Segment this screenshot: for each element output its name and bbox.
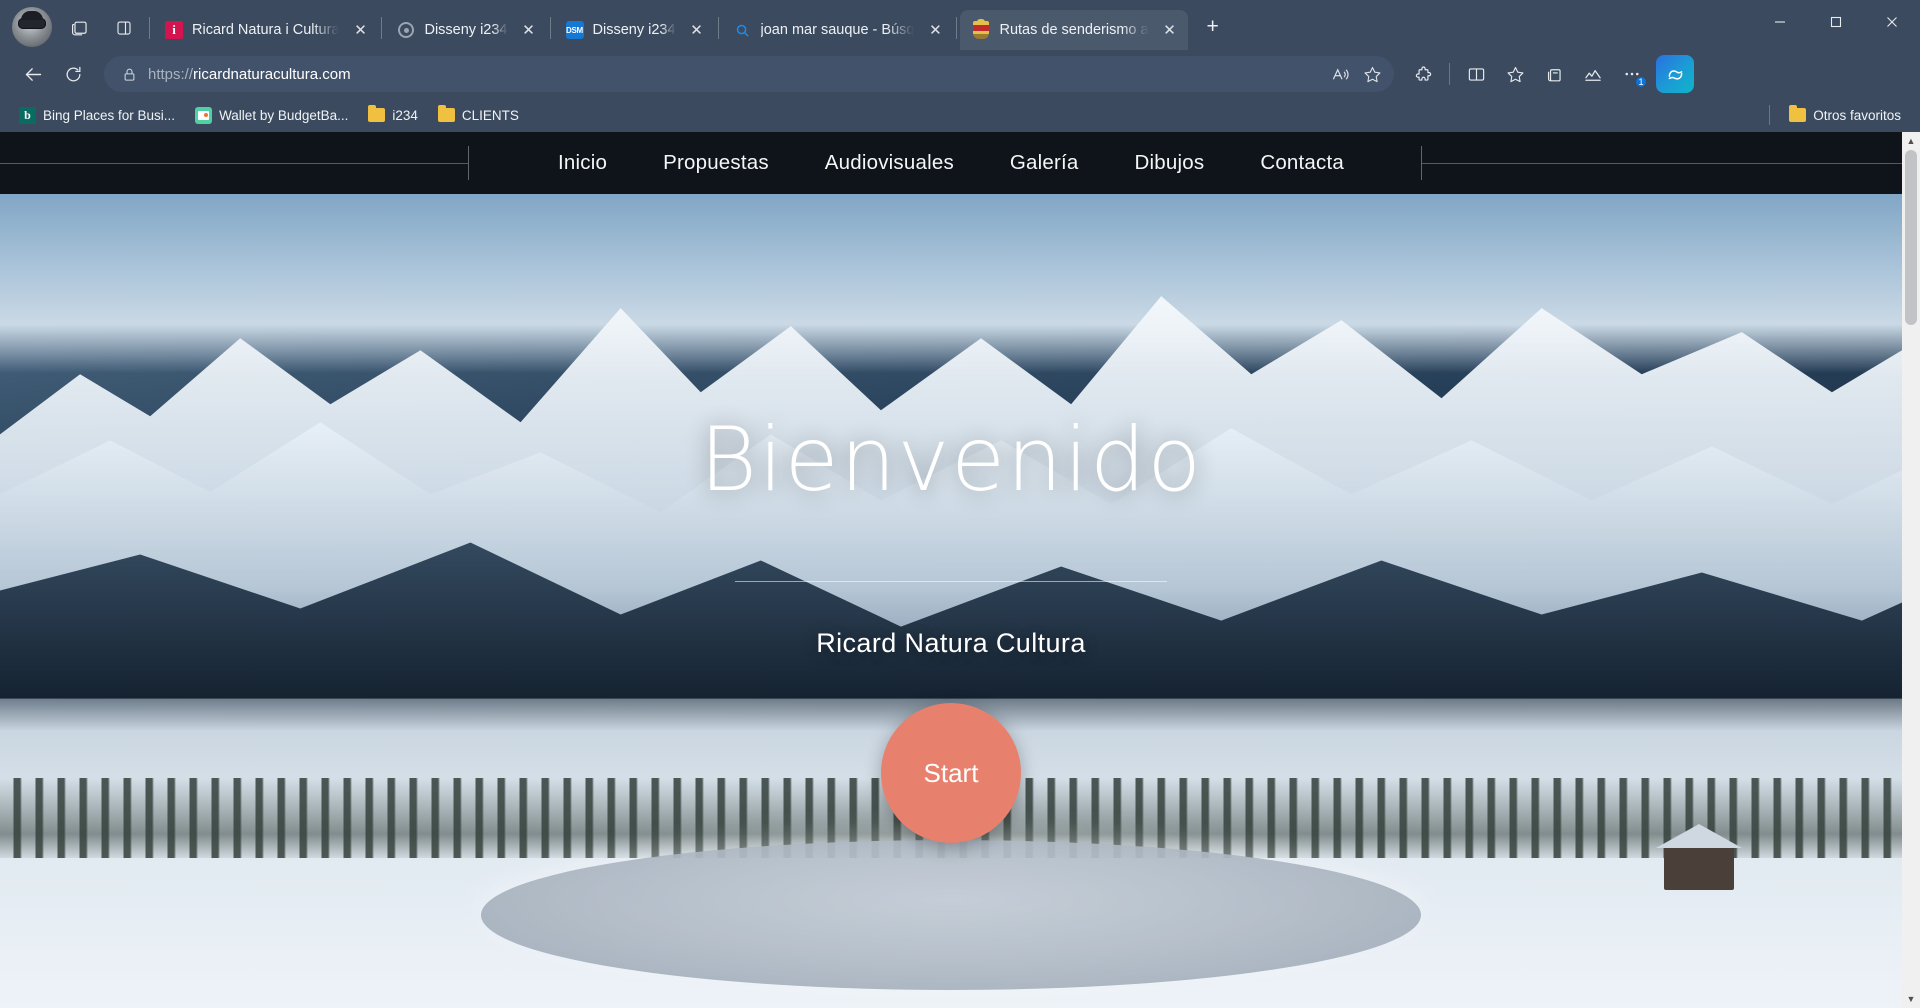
folder-icon [437, 105, 455, 124]
bookmark-item[interactable]: Wallet by BudgetBa... [186, 102, 357, 128]
browser-tab[interactable]: i Ricard Natura i Cultura ✕ [153, 10, 378, 50]
scroll-up-arrow[interactable]: ▲ [1902, 132, 1920, 150]
nav-link-galeria[interactable]: Galería [982, 151, 1107, 175]
site-navigation: Inicio Propuestas Audiovisuales Galería … [0, 132, 1902, 194]
tabstrip-divider [549, 17, 551, 39]
split-screen-icon[interactable] [104, 9, 144, 47]
page-scrollbar[interactable]: ▲ ▼ [1902, 132, 1920, 1008]
tab-close-button[interactable]: ✕ [348, 18, 372, 42]
tab-close-button[interactable]: ✕ [517, 18, 541, 42]
tab-title: Rutas de senderismo a [999, 22, 1149, 38]
favorites-icon[interactable] [1496, 55, 1534, 93]
profile-avatar[interactable] [12, 7, 52, 47]
copilot-icon[interactable] [1656, 55, 1694, 93]
favorites-divider [1769, 105, 1771, 125]
start-button[interactable]: Start [881, 703, 1021, 843]
browser-tab-active[interactable]: Rutas de senderismo a ✕ [960, 10, 1188, 50]
nav-link-inicio[interactable]: Inicio [530, 151, 635, 175]
crest-favicon [972, 19, 990, 39]
collections-icon[interactable] [1535, 55, 1573, 93]
folder-icon [1789, 105, 1807, 124]
favorites-bar: b Bing Places for Busi... Wallet by Budg… [0, 98, 1920, 132]
bookmark-item[interactable]: b Bing Places for Busi... [10, 102, 184, 128]
bookmark-label: Bing Places for Busi... [43, 107, 176, 123]
settings-badge: 1 [1635, 76, 1647, 88]
window-controls [1752, 0, 1920, 44]
dsm-favicon: DSM [565, 21, 584, 39]
wallet-icon [195, 106, 213, 124]
address-bar[interactable]: https://ricardnaturacultura.com [104, 56, 1394, 92]
tab-close-button[interactable]: ✕ [1158, 18, 1182, 42]
scroll-down-arrow[interactable]: ▼ [1902, 990, 1920, 1008]
bookmark-label: CLIENTS [461, 107, 519, 123]
folder-icon [368, 105, 386, 124]
search-favicon [734, 21, 752, 39]
extensions-icon[interactable] [1404, 55, 1442, 93]
info-favicon: i [165, 21, 183, 39]
tab-title: Disseny i234 [592, 22, 676, 38]
minimize-button[interactable] [1752, 0, 1808, 44]
url-host: ricardnaturacultura.com [193, 65, 351, 83]
browser-tab[interactable]: Disseny i234 ✕ [385, 10, 546, 50]
tabstrip-divider [717, 17, 719, 39]
bookmark-label: i234 [392, 107, 418, 123]
settings-and-more-button[interactable]: 1 [1613, 55, 1651, 93]
url-scheme: https:// [148, 65, 194, 83]
tab-close-button[interactable]: ✕ [685, 18, 709, 42]
browser-toolbar: https://ricardnaturacultura.com 1 [0, 50, 1920, 98]
new-tab-button[interactable]: + [1196, 10, 1230, 44]
other-favorites-folder[interactable]: Otros favoritos [1780, 102, 1910, 128]
browser-tab[interactable]: DSM Disseny i234 ✕ [554, 10, 715, 50]
tab-title: Disseny i234 [424, 22, 508, 38]
nav-link-propuestas[interactable]: Propuestas [635, 151, 797, 175]
nav-rule-left [0, 163, 468, 164]
nav-link-audiovisuales[interactable]: Audiovisuales [797, 151, 982, 175]
read-aloud-icon[interactable] [1324, 58, 1356, 90]
lock-icon [118, 67, 140, 82]
scrollbar-track[interactable] [1902, 150, 1920, 990]
circle-dot-favicon [397, 21, 415, 39]
maximize-button[interactable] [1808, 0, 1864, 44]
web-page: Inicio Propuestas Audiovisuales Galería … [0, 132, 1902, 1008]
browser-tab[interactable]: joan mar sauque - Búsq ✕ [722, 10, 954, 50]
toolbar-divider [1449, 63, 1450, 85]
browser-essentials-icon[interactable] [1574, 55, 1612, 93]
back-button[interactable] [14, 55, 52, 93]
url-text: https://ricardnaturacultura.com [140, 66, 1324, 83]
tabstrip-divider [956, 17, 958, 39]
tab-close-button[interactable]: ✕ [923, 18, 947, 42]
hero-subtitle: Ricard Natura Cultura [816, 628, 1086, 658]
tab-strip: i Ricard Natura i Cultura ✕ Disseny i234… [0, 0, 1920, 50]
close-window-button[interactable] [1864, 0, 1920, 44]
refresh-button[interactable] [54, 55, 92, 93]
tabstrip-divider [149, 17, 150, 39]
hero-title: Bienvenido [699, 408, 1203, 511]
bookmark-folder-clients[interactable]: CLIENTS [429, 102, 528, 128]
nav-link-dibujos[interactable]: Dibujos [1107, 151, 1233, 175]
bookmark-label: Wallet by BudgetBa... [219, 107, 349, 123]
add-favorite-icon[interactable] [1356, 58, 1388, 90]
hero-content: Bienvenido Ricard Natura Cultura Start [0, 194, 1902, 1008]
hero-divider [735, 581, 1167, 582]
tab-search-icon[interactable] [60, 9, 100, 47]
other-favorites-label: Otros favoritos [1813, 107, 1901, 123]
toolbar-actions: 1 [1404, 55, 1694, 93]
nav-rule-right [1422, 163, 1902, 164]
hero-section: Bienvenido Ricard Natura Cultura Start [0, 194, 1902, 1008]
tabstrip-divider [381, 17, 383, 39]
split-screen-icon[interactable] [1457, 55, 1495, 93]
nav-link-contacta[interactable]: Contacta [1232, 151, 1372, 175]
nav-vbar-left [468, 146, 469, 180]
tab-title: Ricard Natura i Cultura [192, 22, 340, 38]
bookmark-folder-i234[interactable]: i234 [359, 102, 427, 128]
scrollbar-thumb[interactable] [1905, 150, 1917, 325]
bing-icon: b [19, 106, 36, 124]
favorites-bar-right: Otros favoritos [1769, 102, 1910, 128]
page-viewport: Inicio Propuestas Audiovisuales Galería … [0, 132, 1920, 1008]
tab-title: joan mar sauque - Búsq [760, 22, 915, 38]
